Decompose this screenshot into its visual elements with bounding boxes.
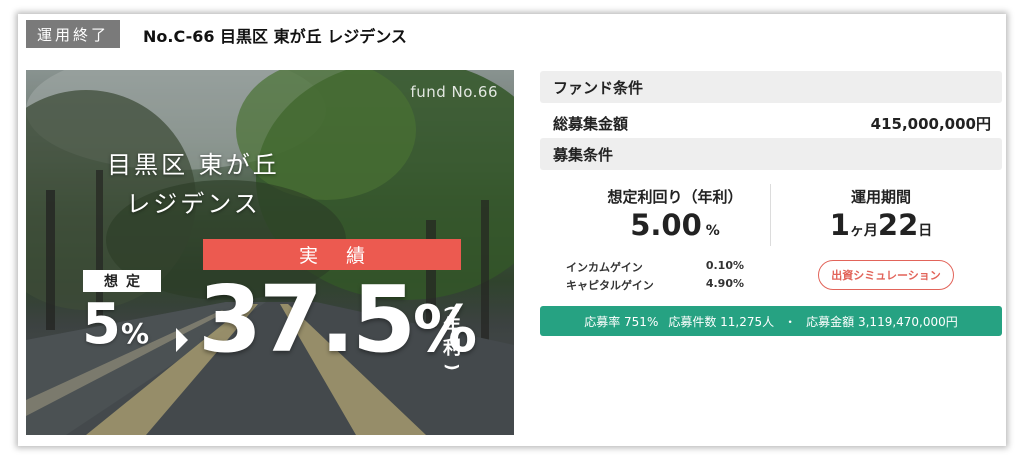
income-gain-value: 0.10% (705, 259, 744, 272)
application-stats-bar: 応募率 751% 応募件数 11,275人 ・ 応募金額 3,119,470,0… (540, 306, 1002, 336)
capital-gain-row: キャピタルゲイン 4.90% (566, 277, 744, 293)
result-rate-value: 37.5 (198, 266, 416, 373)
application-rate: 応募率 751% (584, 314, 659, 329)
assumed-label: 想定 (83, 270, 161, 292)
total-raise-label: 総募集金額 (553, 115, 629, 133)
annual-paren-open: ( (443, 305, 462, 313)
application-count: 応募件数 11,275人 (668, 314, 775, 329)
application-amount: 応募金額 3,119,470,000円 (806, 314, 958, 329)
total-raise-row: 総募集金額 415,000,000円 (553, 113, 991, 134)
capital-gain-label: キャピタルゲイン (566, 279, 654, 292)
arrow-right-icon (176, 328, 188, 352)
period-months: 1 (829, 208, 850, 242)
fund-title[interactable]: No.C-66 目黒区 東が丘 レジデンス (143, 23, 407, 47)
result-rate: 37.5% (198, 266, 477, 373)
hero-fund-number: fund No.66 (410, 83, 498, 101)
income-gain-label: インカムゲイン (566, 261, 643, 274)
total-raise-value: 415,000,000円 (870, 115, 991, 133)
fund-card: 運用終了 No.C-66 目黒区 東が丘 レジデンス fund No.66 目黒… (18, 14, 1006, 446)
status-tag: 運用終了 (26, 20, 120, 48)
annual-label-vertical: ( 年 利 ) (439, 302, 465, 374)
fund-conditions-header: ファンド条件 (540, 71, 1002, 103)
hero-image[interactable]: fund No.66 目黒区 東が丘 レジデンス 実績 想定 5% 37.5% … (26, 70, 514, 435)
yield-number: 5.00 (630, 208, 702, 242)
assumed-rate-unit: % (120, 317, 150, 350)
assumed-rate: 5% (82, 292, 149, 357)
assumed-rate-value: 5 (82, 292, 121, 357)
period-label: 運用期間 (850, 188, 911, 206)
period-months-unit: ヶ月 (849, 223, 878, 239)
yield-unit: % (705, 223, 720, 239)
hero-title-line2: レジデンス (126, 190, 261, 218)
period-days: 22 (877, 208, 919, 242)
yield-value: 5.00% (575, 208, 775, 242)
yield-label: 想定利回り（年利） (607, 188, 743, 206)
capital-gain-value: 4.90% (705, 277, 744, 290)
recruit-conditions-header: 募集条件 (540, 138, 1002, 170)
hero-title-line1: 目黒区 東が丘 (107, 151, 280, 179)
stats-separator: ・ (784, 314, 797, 329)
income-gain-row: インカムゲイン 0.10% (566, 259, 744, 275)
period-days-unit: 日 (918, 223, 933, 239)
investment-simulation-button[interactable]: 出資シミュレーション (818, 260, 954, 290)
period-value: 1ヶ月22日 (781, 208, 981, 242)
annual-paren-close: ) (443, 363, 462, 371)
